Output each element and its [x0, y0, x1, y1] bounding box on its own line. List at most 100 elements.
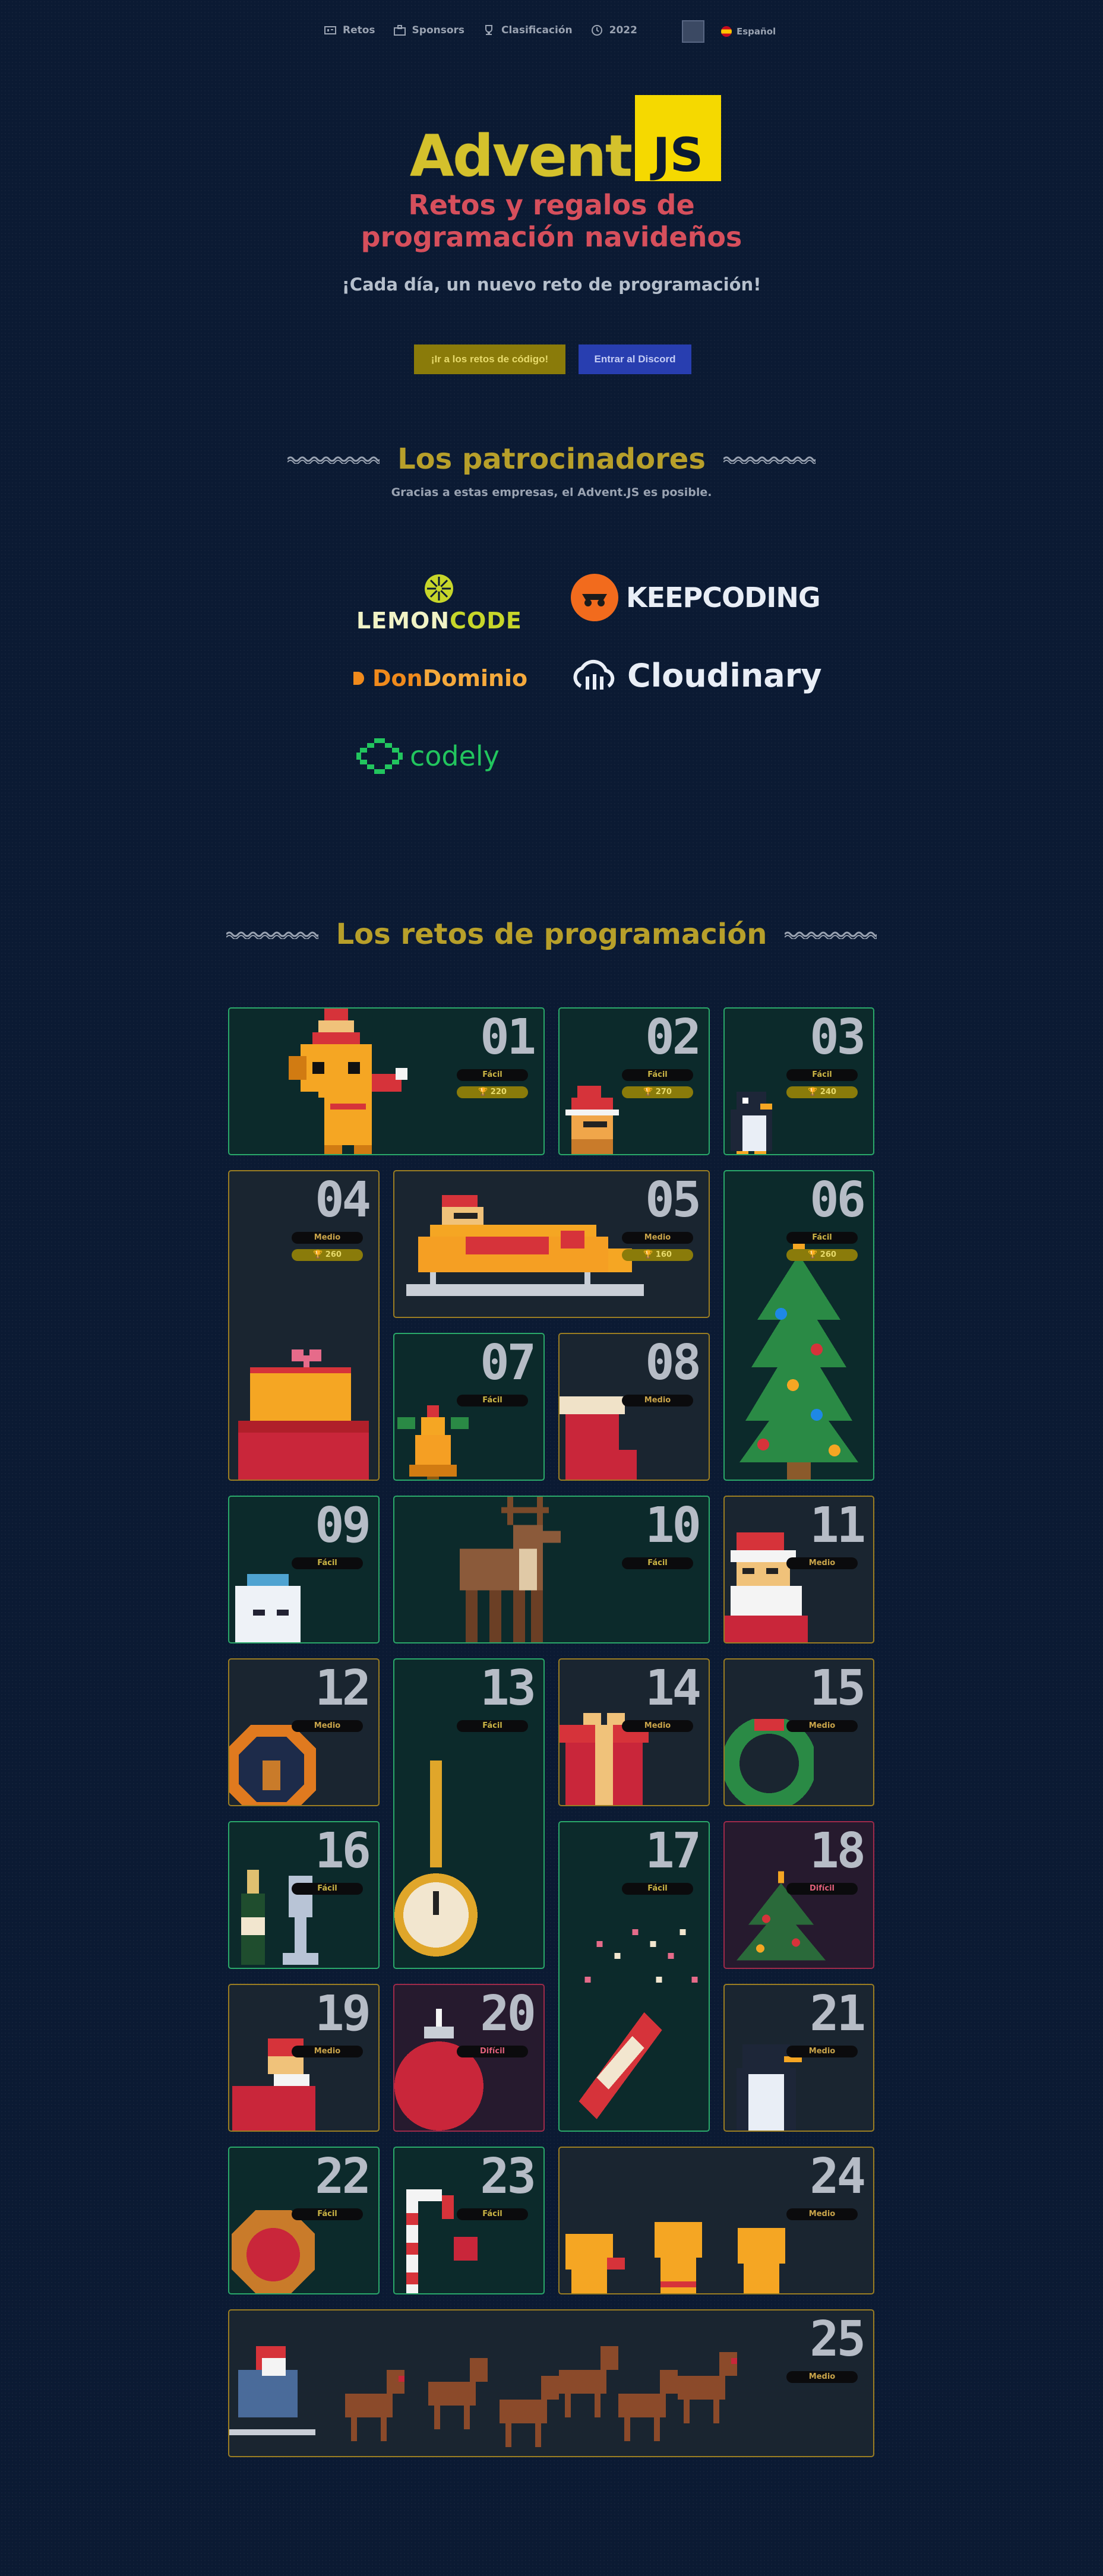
christmas-tree-illustration-icon: [739, 1237, 858, 1480]
big-penguin-illustration-icon: [737, 2044, 802, 2131]
difficulty-badge: Medio: [786, 1557, 858, 1569]
challenge-card-10[interactable]: 10 Fácil: [393, 1496, 710, 1643]
wave-decoration-icon: [287, 456, 380, 464]
nav-right: Español: [682, 20, 776, 43]
challenge-card-01[interactable]: 01 Fácil 🏆 220: [228, 1007, 545, 1155]
score-badge: 🏆 260: [786, 1249, 858, 1261]
challenge-card-06[interactable]: 06 Fácil 🏆 260: [723, 1170, 874, 1481]
retos-icon: [324, 24, 337, 37]
keepcoding-text: KEEPCODING: [626, 581, 821, 614]
bell-illustration-icon: [397, 1405, 469, 1480]
dondominio-text-1: Don: [372, 665, 423, 691]
challenge-card-03[interactable]: 03 Fácil 🏆 240: [723, 1007, 874, 1155]
challenge-card-17[interactable]: 17 Fácil: [558, 1821, 710, 2132]
challenge-number: 19: [315, 1986, 371, 2042]
wreath-illustration-icon: [725, 1719, 814, 1805]
score-badge: 🏆 220: [457, 1086, 528, 1098]
nav-label: Retos: [343, 24, 375, 36]
challenge-number: 12: [315, 1660, 371, 1717]
dondominio-icon: [353, 672, 364, 685]
challenge-number: 13: [480, 1660, 536, 1717]
sponsors-subtitle: Gracias a estas empresas, el Advent.JS e…: [391, 486, 712, 499]
sponsor-cloudinary[interactable]: Cloudinary: [569, 656, 822, 694]
nav-label: 2022: [609, 24, 637, 36]
difficulty-badge: Medio: [292, 2046, 363, 2057]
challenge-number: 25: [810, 2311, 866, 2368]
wave-decoration-icon: [785, 931, 877, 939]
sponsors-icon: [393, 24, 406, 37]
difficulty-badge: Fácil: [786, 1069, 858, 1081]
language-selector[interactable]: Español: [721, 26, 776, 37]
challenge-card-19[interactable]: 19 Medio: [228, 1984, 380, 2132]
codely-text: codely: [410, 740, 500, 772]
challenge-card-09[interactable]: 09 Fácil: [228, 1496, 380, 1643]
challenge-card-13[interactable]: 13 Fácil: [393, 1658, 545, 1969]
challenge-card-07[interactable]: 07 Fácil: [393, 1333, 545, 1481]
challenge-number: 22: [315, 2148, 371, 2205]
sponsor-codely[interactable]: codely: [356, 738, 500, 774]
challenge-number: 23: [480, 2148, 536, 2205]
nav-item-2022[interactable]: 2022: [590, 24, 637, 37]
challenge-card-18[interactable]: 18 Difícil: [723, 1821, 874, 1969]
challenge-number: 17: [645, 1823, 701, 1879]
nav-item-sponsors[interactable]: Sponsors: [393, 24, 465, 37]
challenge-card-12[interactable]: 12 Medio: [228, 1658, 380, 1806]
go-to-challenges-button[interactable]: ¡Ir a los retos de código!: [414, 344, 565, 374]
challenge-card-16[interactable]: 16 Fácil: [228, 1821, 380, 1969]
score-value: 160: [655, 1250, 672, 1259]
santa-illustration-icon: [725, 1532, 808, 1642]
difficulty-badge: Fácil: [292, 2208, 363, 2220]
trophy-icon: [482, 24, 495, 37]
sponsor-lemoncode[interactable]: LEMONCODE: [356, 573, 522, 634]
cta-row: ¡Ir a los retos de código! Entrar al Dis…: [414, 344, 691, 374]
hero-subtitle-line2: programación navideños: [361, 221, 742, 253]
challenge-card-02[interactable]: 02 Fácil 🏆 270: [558, 1007, 710, 1155]
discord-button[interactable]: Entrar al Discord: [579, 344, 691, 374]
penguin-illustration-icon: [731, 1092, 772, 1154]
challenges-title: Los retos de programación: [336, 918, 767, 951]
challenge-card-24[interactable]: 24 Medio: [558, 2147, 874, 2294]
challenge-card-11[interactable]: 11 Medio: [723, 1496, 874, 1643]
nav-item-clasificacion[interactable]: Clasificación: [482, 24, 573, 37]
dondominio-text-2: Dominio: [422, 665, 528, 691]
pocket-watch-illustration-icon: [394, 1760, 478, 1957]
difficulty-badge: Fácil: [457, 1069, 528, 1081]
challenge-card-14[interactable]: 14 Medio: [558, 1658, 710, 1806]
difficulty-badge: Fácil: [622, 1069, 693, 1081]
score-badge: 🏆 240: [786, 1086, 858, 1098]
challenge-card-04[interactable]: 04 Medio 🏆 260: [228, 1170, 380, 1481]
spain-flag-icon: [721, 26, 732, 37]
challenge-number: 11: [810, 1497, 866, 1554]
sponsor-keepcoding[interactable]: KEEPCODING: [570, 573, 821, 622]
challenge-number: 15: [810, 1660, 866, 1717]
candy-cane-illustration-icon: [406, 2189, 478, 2293]
difficulty-badge: Fácil: [292, 1883, 363, 1895]
user-avatar[interactable]: [682, 20, 704, 43]
challenge-number: 06: [810, 1172, 866, 1228]
challenge-card-23[interactable]: 23 Fácil: [393, 2147, 545, 2294]
nav-item-retos[interactable]: Retos: [324, 24, 375, 37]
reindeer-illustration-icon: [460, 1497, 561, 1642]
challenge-card-15[interactable]: 15 Medio: [723, 1658, 874, 1806]
challenge-card-20[interactable]: 20 Difícil: [393, 1984, 545, 2132]
difficulty-badge: Fácil: [292, 1557, 363, 1569]
ornament-frame-illustration-icon: [229, 1725, 316, 1805]
difficulty-badge: Medio: [622, 1395, 693, 1406]
hero-subtitle-line1: Retos y regalos de: [408, 189, 695, 221]
challenge-card-25[interactable]: 25 Medio: [228, 2309, 874, 2457]
sponsor-dondominio[interactable]: DonDominio: [352, 665, 527, 691]
score-value: 260: [325, 1250, 342, 1259]
sponsors-title: Los patrocinadores: [397, 442, 706, 476]
challenge-number: 02: [645, 1009, 701, 1066]
challenge-card-05[interactable]: 05 Medio 🏆 160: [393, 1170, 710, 1318]
hero-subtitle: Retos y regalos de programación navideño…: [0, 189, 1103, 253]
score-value: 240: [820, 1088, 836, 1096]
challenge-card-08[interactable]: 08 Medio: [558, 1333, 710, 1481]
challenge-card-22[interactable]: 22 Fácil: [228, 2147, 380, 2294]
elf-illustration-icon: [565, 1086, 619, 1154]
challenge-card-21[interactable]: 21 Medio: [723, 1984, 874, 2132]
nav-label: Sponsors: [412, 24, 465, 36]
dog-illustration-icon: [289, 1009, 407, 1154]
challenge-number: 09: [315, 1497, 371, 1554]
snowball-illustration-icon: [235, 1574, 301, 1642]
